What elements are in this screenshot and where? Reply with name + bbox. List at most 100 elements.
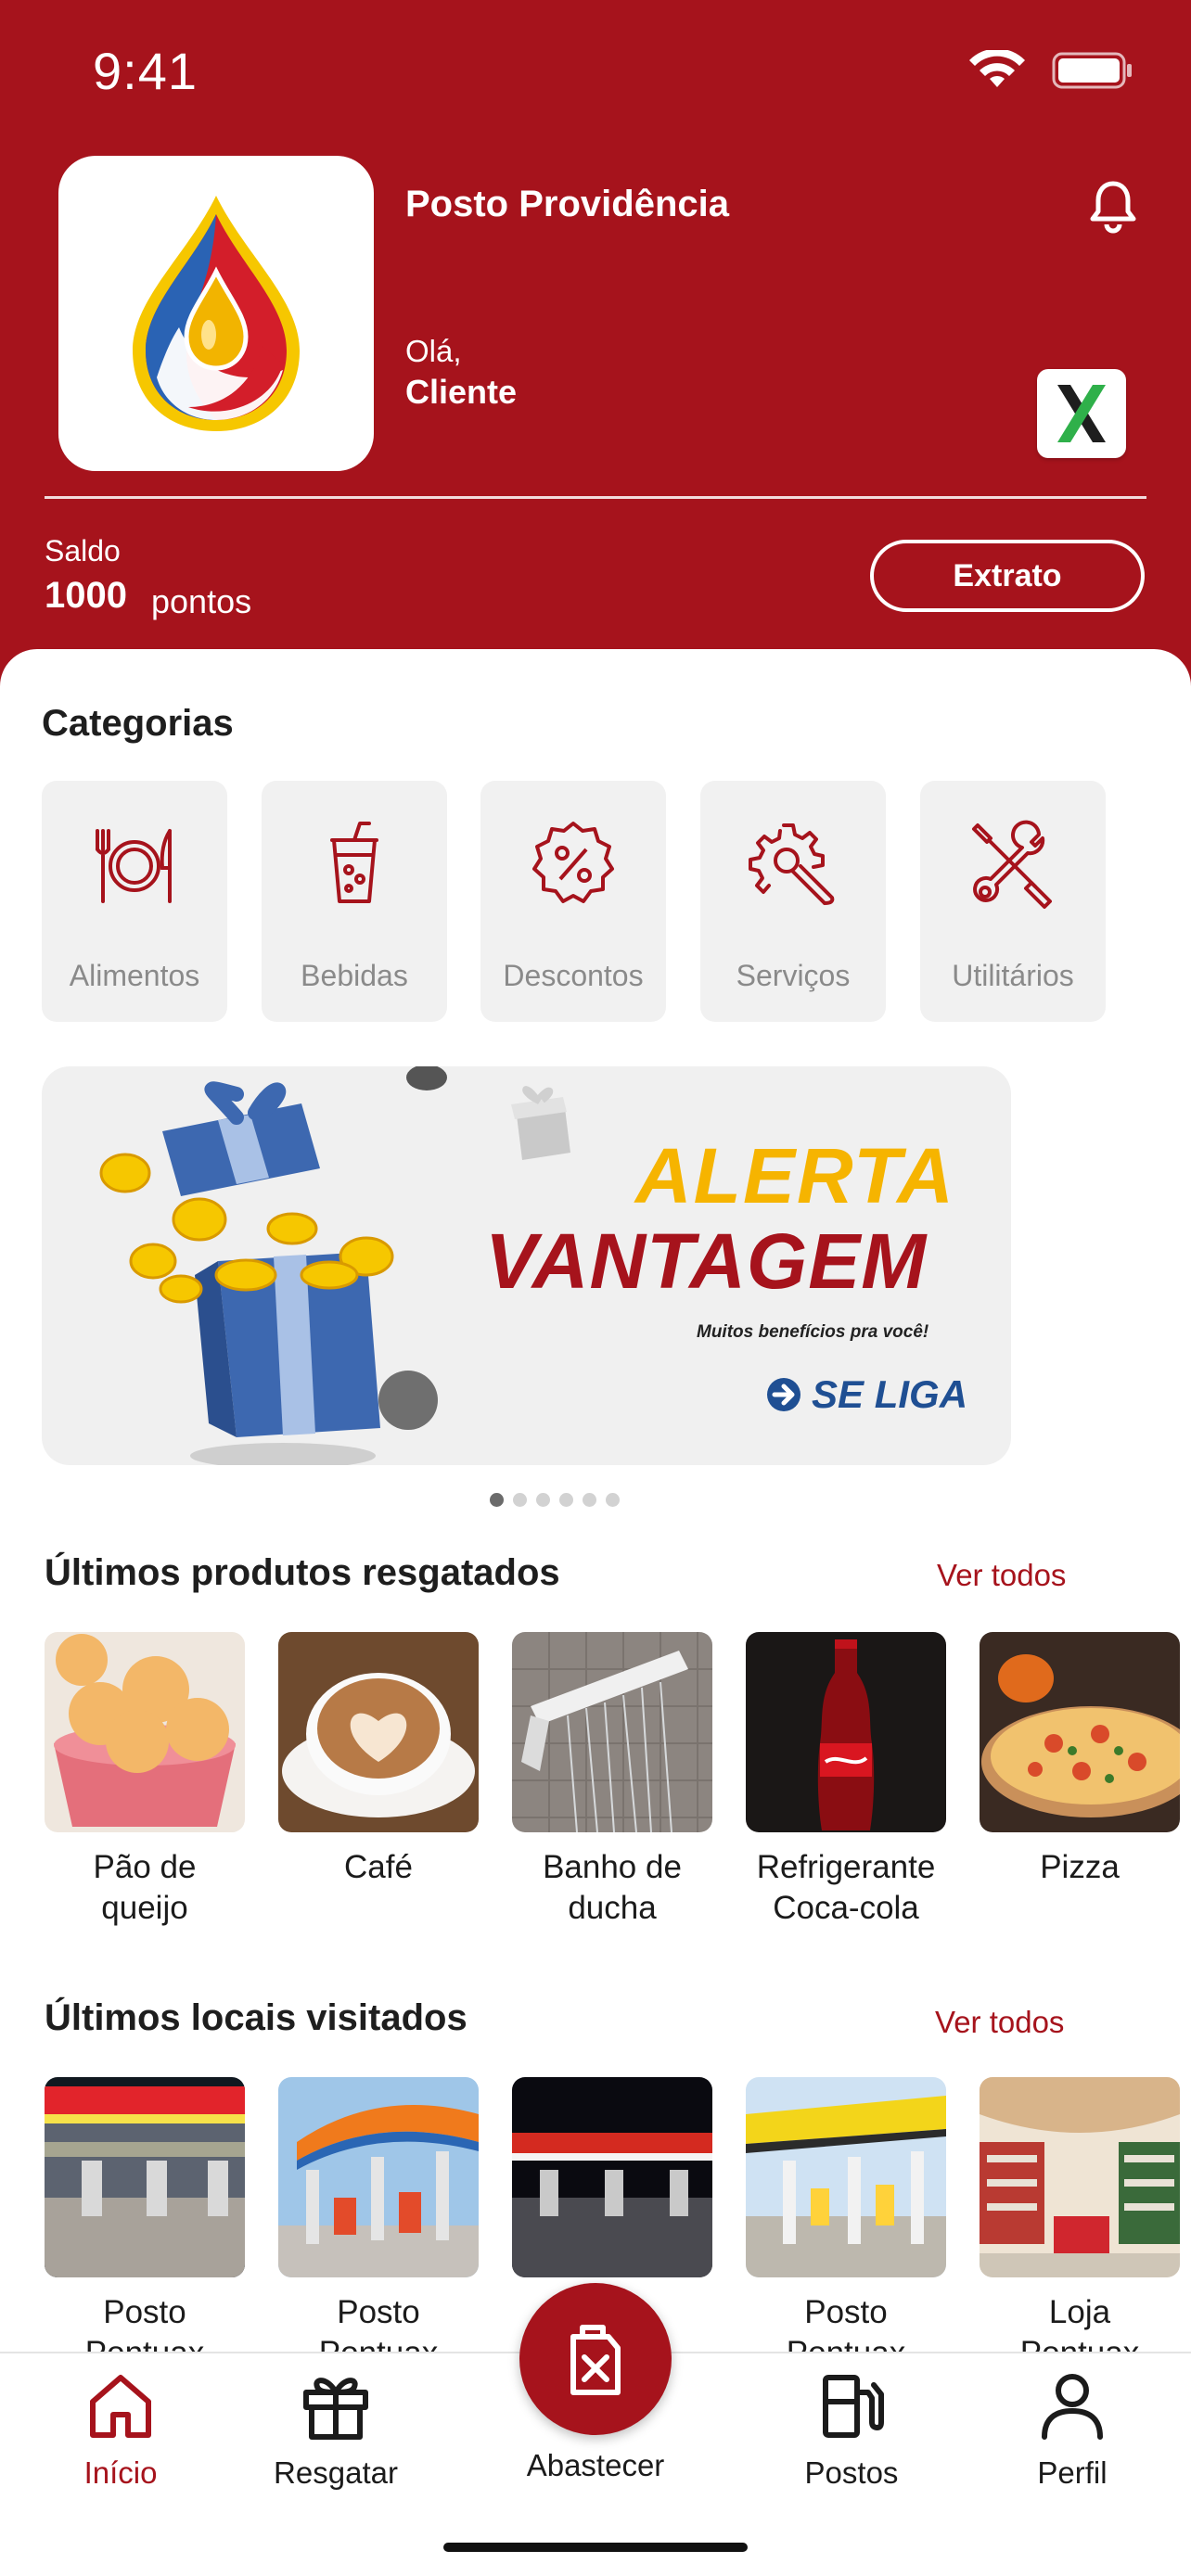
- abastecer-fab-button[interactable]: [519, 2283, 672, 2435]
- categories-title: Categorias: [42, 703, 234, 744]
- place-label-2: Posto Pontuax: [267, 2292, 490, 2355]
- balance-label: Saldo: [45, 534, 121, 567]
- banner-pagination: [490, 1493, 620, 1507]
- place-label-5: Loja Pontuax: [968, 2292, 1191, 2355]
- product-image-pao-de-queijo[interactable]: [45, 1632, 245, 1832]
- abastecer-label: Abastecer: [526, 2448, 665, 2482]
- places-title: Últimos locais visitados: [45, 1997, 467, 2038]
- small-gift-icon: [511, 1086, 570, 1160]
- greeting: Olá,: [405, 334, 462, 368]
- banner-cta-label: SE LIGA: [812, 1372, 968, 1416]
- soda-bottle-image: [746, 1632, 946, 1832]
- nav-resgatar[interactable]: Resgatar: [243, 2370, 429, 2491]
- product-image-banho-de-ducha[interactable]: [512, 1632, 712, 1832]
- product-label-line1: Banho de: [543, 1849, 682, 1885]
- banner-subtitle: Muitos benefícios pra você!: [697, 1322, 929, 1342]
- gear-wrench-icon: [749, 823, 835, 905]
- product-label-line1: Café: [344, 1849, 413, 1885]
- product-image-refrigerante[interactable]: [746, 1632, 946, 1832]
- place-label-line1: Posto: [103, 2294, 186, 2330]
- product-label-line2: Coca-cola: [773, 1890, 919, 1926]
- gas-station-image: [45, 2077, 245, 2277]
- tools-icon: [972, 820, 1052, 909]
- place-label-1: Posto Pontuax: [33, 2292, 256, 2355]
- partner-badge[interactable]: [1037, 369, 1126, 458]
- place-label-4: Posto Pontuax: [735, 2292, 957, 2355]
- user-icon: [1042, 2374, 1103, 2440]
- place-image-1[interactable]: [45, 2077, 245, 2277]
- place-label-line1: Loja: [1048, 2294, 1111, 2330]
- products-see-all-link[interactable]: Ver todos: [937, 1558, 1066, 1593]
- station-logo: [58, 156, 374, 471]
- banner-title-alerta: ALERTA: [635, 1132, 955, 1219]
- gas-station-image: [512, 2077, 712, 2277]
- nav-perfil[interactable]: Perfil: [980, 2370, 1165, 2491]
- extrato-button[interactable]: Extrato: [870, 540, 1145, 612]
- product-label-line1: Refrigerante: [756, 1849, 936, 1885]
- pagination-dot[interactable]: [606, 1493, 620, 1507]
- wifi-icon: [969, 50, 1025, 87]
- pagination-dot[interactable]: [559, 1493, 573, 1507]
- category-label: Alimentos: [69, 959, 200, 992]
- pagination-dot[interactable]: [583, 1493, 596, 1507]
- gift-icon: [303, 2378, 368, 2440]
- nav-label: Perfil: [1037, 2455, 1108, 2490]
- store-interior-image: [980, 2077, 1180, 2277]
- oil-drop-logo-icon: [133, 196, 300, 431]
- drink-cup-icon: [330, 822, 378, 903]
- discount-badge-icon: [532, 822, 614, 903]
- category-servicos[interactable]: Serviços: [700, 781, 886, 1022]
- promo-banner[interactable]: ALERTA VANTAGEM Muitos benefícios pra vo…: [42, 1066, 1011, 1465]
- coffee-cup-image: [278, 1632, 479, 1832]
- product-label-refrigerante: Refrigerante Coca-cola: [735, 1847, 957, 1929]
- category-label: Serviços: [736, 959, 851, 992]
- pagination-dot[interactable]: [490, 1493, 504, 1507]
- battery-icon: [1052, 52, 1132, 89]
- category-utilitarios[interactable]: Utilitários: [920, 781, 1106, 1022]
- banner-cta[interactable]: SE LIGA: [765, 1372, 967, 1417]
- gas-station-image: [278, 2077, 479, 2277]
- fuel-pump-icon: [823, 2375, 884, 2438]
- nav-label: Resgatar: [274, 2455, 398, 2490]
- nav-postos[interactable]: Postos: [759, 2370, 944, 2491]
- place-image-3[interactable]: [512, 2077, 712, 2277]
- pizza-image: [980, 1632, 1180, 1832]
- header-divider: [45, 496, 1146, 499]
- product-image-cafe[interactable]: [278, 1632, 479, 1832]
- arrow-circle-icon: [767, 1378, 800, 1411]
- pagination-dot[interactable]: [513, 1493, 527, 1507]
- home-indicator: [443, 2543, 748, 2552]
- category-label: Bebidas: [301, 959, 408, 992]
- cheese-bread-image: [45, 1632, 245, 1832]
- category-alimentos[interactable]: Alimentos: [42, 781, 227, 1022]
- nav-label: Postos: [804, 2455, 899, 2490]
- banner-title-vantagem: VANTAGEM: [485, 1218, 928, 1305]
- place-image-2[interactable]: [278, 2077, 479, 2277]
- place-image-5[interactable]: [980, 2077, 1180, 2277]
- product-image-pizza[interactable]: [980, 1632, 1180, 1832]
- product-label-line1: Pão de: [93, 1849, 197, 1885]
- place-label-line1: Posto: [804, 2294, 888, 2330]
- gift-box-coins-icon: [99, 1066, 447, 1465]
- username: Cliente: [405, 373, 518, 411]
- product-label-pizza: Pizza: [968, 1847, 1191, 1888]
- bell-icon[interactable]: [1087, 178, 1139, 234]
- shower-image: [512, 1632, 712, 1832]
- gas-station-image: [746, 2077, 946, 2277]
- partner-x-logo-icon: [1057, 385, 1106, 442]
- home-icon: [90, 2375, 151, 2438]
- category-bebidas[interactable]: Bebidas: [262, 781, 447, 1022]
- status-time: 9:41: [93, 42, 198, 100]
- products-title: Últimos produtos resgatados: [45, 1552, 560, 1593]
- nav-inicio[interactable]: Início: [28, 2370, 213, 2491]
- place-label-line1: Posto: [337, 2294, 420, 2330]
- balance-value: 1000: [45, 575, 127, 616]
- fuel-can-icon: [570, 2325, 621, 2395]
- plate-cutlery-icon: [96, 829, 172, 903]
- pagination-dot[interactable]: [536, 1493, 550, 1507]
- places-see-all-link[interactable]: Ver todos: [935, 2005, 1064, 2040]
- place-image-4[interactable]: [746, 2077, 946, 2277]
- category-descontos[interactable]: Descontos: [480, 781, 666, 1022]
- product-label-banho-de-ducha: Banho de ducha: [501, 1847, 724, 1929]
- station-name: Posto Providência: [405, 184, 729, 224]
